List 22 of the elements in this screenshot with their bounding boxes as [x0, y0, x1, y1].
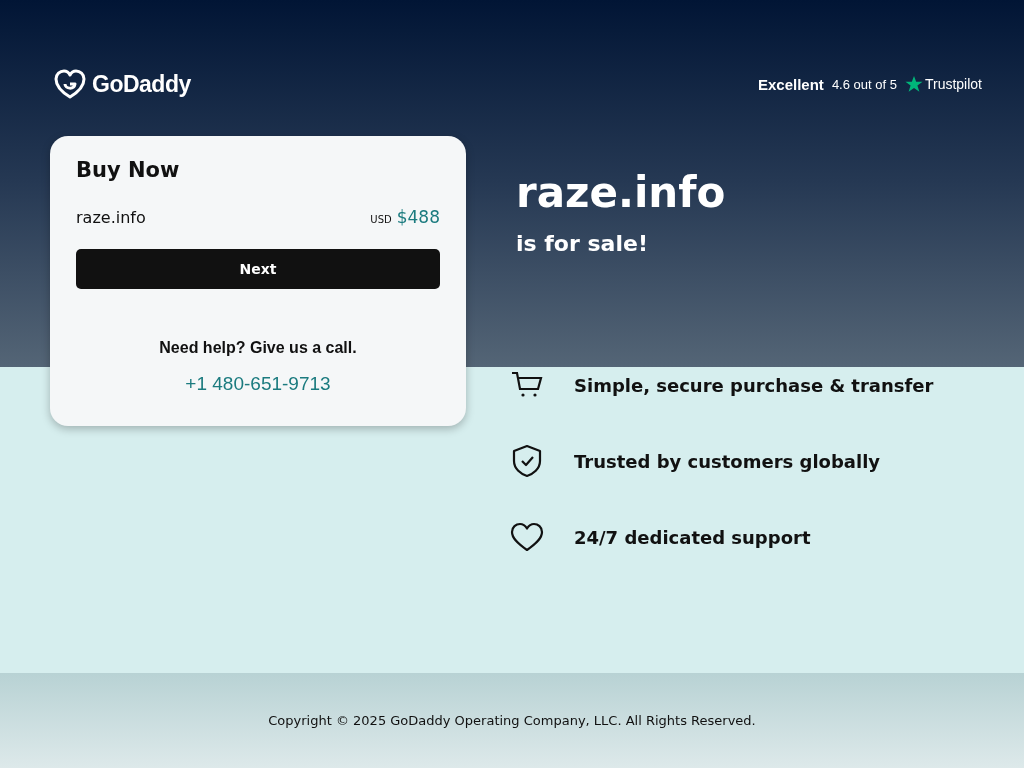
next-button[interactable]: Next [76, 249, 440, 289]
hero-domain: raze.info [516, 168, 727, 217]
domain-name: raze.info [76, 208, 146, 227]
phone-link[interactable]: +1 480-651-9713 [185, 373, 331, 395]
shield-check-icon [510, 444, 544, 478]
star-icon [904, 75, 923, 93]
heart-icon [510, 522, 544, 552]
brand-name: GoDaddy [92, 70, 191, 98]
currency-label: USD [370, 214, 392, 225]
heart-logo-icon [54, 69, 86, 99]
rating-label: Excellent [758, 75, 824, 93]
price: $488 [396, 207, 440, 227]
cart-icon [510, 371, 544, 399]
hero-subtitle: is for sale! [516, 231, 649, 256]
feature-text: 24/7 dedicated support [574, 526, 811, 548]
help-text: Need help? Give us a call. [158, 339, 358, 357]
feature-text: Simple, secure purchase & transfer [574, 374, 934, 396]
copyright-text: Copyright © 2025 GoDaddy Operating Company, LLC. All Rights Reserved. [268, 713, 756, 728]
card-title: Buy Now [76, 158, 181, 182]
feature-text: Trusted by customers globally [574, 450, 881, 472]
rating-score: 4.6 out of 5 [831, 76, 897, 92]
trustpilot-text: Trustpilot [924, 76, 982, 92]
